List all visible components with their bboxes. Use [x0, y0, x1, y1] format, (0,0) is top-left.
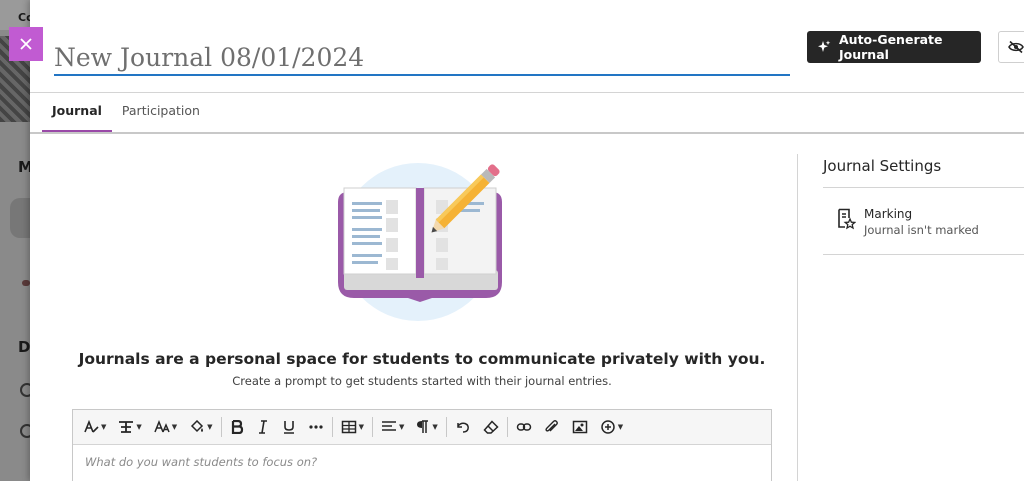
- image-button[interactable]: [566, 413, 594, 441]
- close-button[interactable]: [9, 27, 43, 61]
- more-icon: [308, 425, 323, 429]
- journal-title-input[interactable]: [54, 38, 790, 74]
- toolbar-separator: [331, 417, 333, 437]
- font-size-icon: [154, 420, 170, 433]
- settings-divider: [797, 154, 798, 481]
- underline-button[interactable]: [276, 413, 302, 441]
- attachment-icon: [545, 420, 558, 432]
- bold-button[interactable]: [224, 413, 250, 441]
- attachment-button[interactable]: [538, 413, 566, 441]
- eye-hidden-icon: [1008, 40, 1024, 54]
- empty-state-title: Journals are a personal space for studen…: [78, 350, 766, 368]
- prompt-placeholder: What do you want students to focus on?: [85, 455, 318, 469]
- text-style-icon: [84, 420, 99, 433]
- sparkle-icon: [818, 40, 831, 52]
- auto-generate-label: Auto-Generate Journal: [839, 32, 943, 62]
- background-letter-d: D: [18, 338, 31, 356]
- more-button[interactable]: [302, 413, 330, 441]
- bold-icon: [231, 420, 243, 434]
- prompt-text-area[interactable]: What do you want students to focus on?: [73, 445, 771, 481]
- settings-line: [823, 187, 1024, 188]
- table-button[interactable]: ▼: [335, 413, 370, 441]
- chevron-down-icon: ▼: [398, 423, 405, 431]
- chevron-down-icon: ▼: [617, 423, 624, 431]
- chevron-down-icon: ▼: [432, 423, 438, 431]
- toolbar-separator: [445, 417, 447, 437]
- background-avatar: [10, 198, 30, 238]
- paragraph-icon: [417, 420, 429, 433]
- background-dot: [22, 280, 30, 286]
- prompt-editor: ▼ ▼ ▼ ▼ ▼ ▼ ▼ ▼ What do you want student…: [72, 409, 772, 481]
- underline-icon: [283, 421, 294, 434]
- marking-icon: [838, 208, 856, 230]
- marking-setting[interactable]: Marking Journal isn't marked: [823, 196, 1024, 254]
- tab-journal[interactable]: Journal: [42, 93, 112, 133]
- undo-button[interactable]: [449, 413, 477, 441]
- tab-participation[interactable]: Participation: [112, 93, 210, 133]
- link-button[interactable]: [510, 413, 538, 441]
- settings-line: [823, 254, 1024, 255]
- visibility-button[interactable]: [998, 31, 1024, 63]
- journal-book-illustration: [338, 163, 502, 321]
- paragraph-style-button[interactable]: ▼: [112, 413, 147, 441]
- clear-format-button[interactable]: [477, 413, 505, 441]
- table-icon: [341, 420, 356, 434]
- align-icon: [381, 421, 396, 431]
- marking-value: Journal isn't marked: [864, 223, 979, 237]
- journal-title-field[interactable]: [54, 38, 790, 76]
- text-style-button[interactable]: ▼: [77, 413, 112, 441]
- align-button[interactable]: ▼: [375, 413, 410, 441]
- auto-generate-journal-button[interactable]: Auto-Generate Journal: [807, 31, 981, 63]
- toolbar-separator: [371, 417, 373, 437]
- editor-toolbar: ▼ ▼ ▼ ▼ ▼ ▼ ▼ ▼: [73, 410, 771, 445]
- undo-icon: [456, 422, 469, 433]
- link-icon: [516, 423, 531, 431]
- clear-format-icon: [483, 420, 499, 434]
- text-color-button[interactable]: ▼: [183, 413, 218, 441]
- chevron-down-icon: ▼: [136, 423, 142, 431]
- chevron-down-icon: ▼: [171, 423, 178, 431]
- italic-icon: [258, 420, 267, 434]
- chevron-down-icon: ▼: [101, 423, 107, 431]
- image-icon: [572, 420, 587, 434]
- chevron-down-icon: ▼: [358, 423, 364, 431]
- text-color-icon: [191, 420, 204, 433]
- toolbar-separator: [506, 417, 508, 437]
- italic-button[interactable]: [250, 413, 276, 441]
- insert-button[interactable]: ▼: [594, 413, 629, 441]
- empty-state-subtitle: Create a prompt to get students started …: [232, 374, 612, 388]
- journal-settings-title: Journal Settings: [823, 157, 942, 175]
- chevron-down-icon: ▼: [207, 423, 213, 431]
- paragraph-button[interactable]: ▼: [410, 413, 443, 441]
- font-size-button[interactable]: ▼: [148, 413, 183, 441]
- close-icon: [20, 38, 32, 50]
- tabs-divider: [30, 132, 1024, 134]
- toolbar-separator: [220, 417, 222, 437]
- paragraph-style-icon: [119, 421, 134, 433]
- marking-label: Marking: [864, 207, 913, 221]
- tab-bar: Journal Participation: [42, 93, 210, 133]
- insert-icon: [600, 420, 615, 434]
